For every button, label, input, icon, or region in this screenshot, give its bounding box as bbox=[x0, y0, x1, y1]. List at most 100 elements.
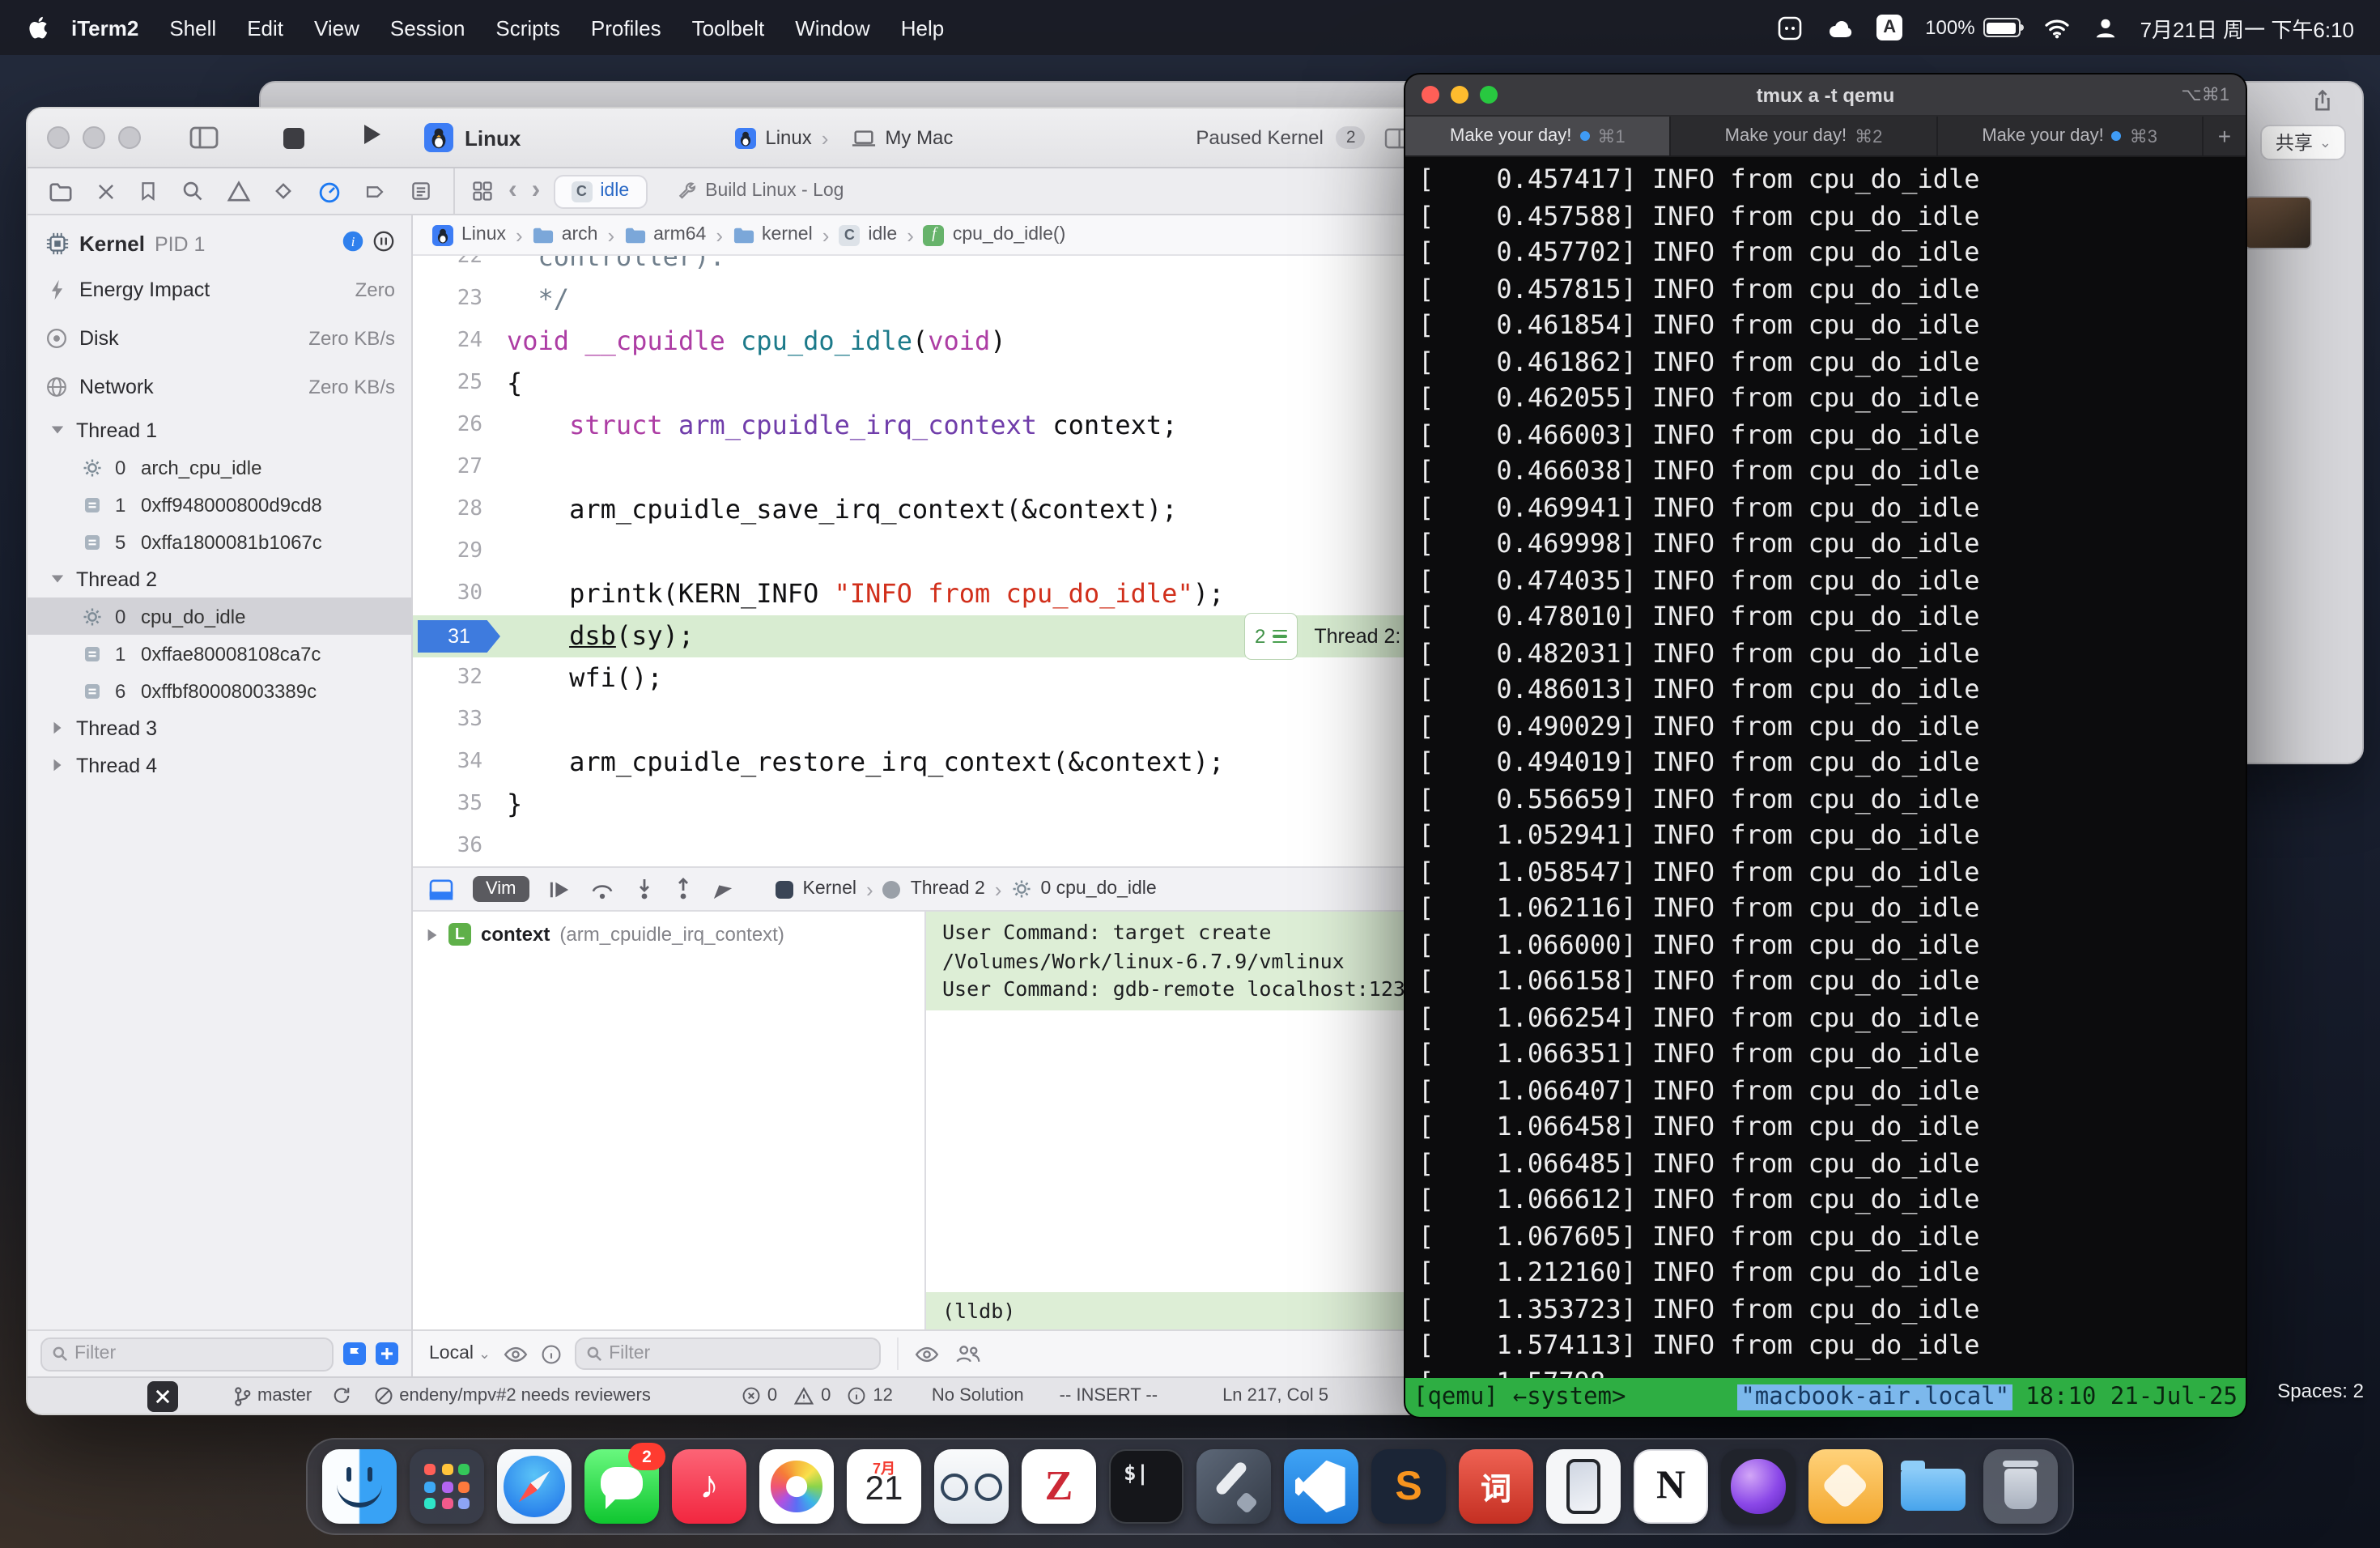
line-number[interactable]: 24 bbox=[413, 321, 507, 363]
thread-row-thread-2[interactable]: Thread 2 bbox=[28, 560, 411, 598]
dock-icon-launchpad[interactable] bbox=[410, 1449, 484, 1524]
menu-item-toolbelt[interactable]: Toolbelt bbox=[692, 15, 765, 40]
minimize-button[interactable] bbox=[83, 126, 105, 149]
breakpoints-icon[interactable] bbox=[363, 181, 388, 202]
dock-icon-amber[interactable] bbox=[1808, 1449, 1883, 1524]
dock-icon-calendar[interactable]: 7月21 bbox=[847, 1449, 921, 1524]
people-icon[interactable] bbox=[955, 1344, 981, 1363]
user-switch-icon[interactable] bbox=[2093, 15, 2118, 40]
cloud-icon[interactable] bbox=[1825, 17, 1854, 38]
current-line-badge[interactable]: 31 bbox=[418, 620, 500, 653]
eye-icon[interactable] bbox=[915, 1345, 939, 1363]
menu-item-iterm2[interactable]: iTerm2 bbox=[71, 15, 138, 40]
project-navigator-icon[interactable] bbox=[49, 179, 73, 203]
disclosure-icon[interactable] bbox=[50, 721, 66, 735]
menu-item-scripts[interactable]: Scripts bbox=[495, 15, 559, 40]
dock-icon-messages[interactable]: 2 bbox=[584, 1449, 659, 1524]
continue-button[interactable] bbox=[549, 878, 570, 899]
zoom-button[interactable] bbox=[1480, 86, 1498, 104]
sync-button[interactable] bbox=[331, 1386, 351, 1406]
battery-indicator[interactable]: 100% bbox=[1925, 16, 2020, 39]
source-control-icon[interactable] bbox=[95, 181, 116, 202]
dock-icon-safari[interactable] bbox=[497, 1449, 572, 1524]
dock-icon-trash[interactable] bbox=[1983, 1449, 2058, 1524]
terminal-tab-2[interactable]: Make your day! ⌘2 bbox=[1672, 117, 1938, 155]
menu-item-edit[interactable]: Edit bbox=[247, 15, 283, 40]
close-button[interactable] bbox=[1422, 86, 1439, 104]
tab-idle[interactable]: C idle bbox=[555, 176, 645, 206]
stack-frame[interactable]: 0arch_cpu_idle bbox=[28, 449, 411, 486]
search-icon[interactable] bbox=[181, 180, 204, 202]
line-number[interactable]: 25 bbox=[413, 363, 507, 405]
variable-row[interactable]: L context (arm_cpuidle_irq_context) bbox=[426, 923, 912, 946]
dock-icon-terminal-app[interactable]: $| bbox=[1109, 1449, 1184, 1524]
dock-icon-preview[interactable] bbox=[934, 1449, 1009, 1524]
menu-item-shell[interactable]: Shell bbox=[169, 15, 216, 40]
simulate-location-button[interactable] bbox=[712, 878, 733, 899]
process-row[interactable]: Kernel PID 1 i bbox=[28, 222, 411, 266]
disclosure-icon[interactable] bbox=[50, 758, 66, 772]
line-number[interactable]: 35 bbox=[413, 784, 507, 826]
vim-mode-badge[interactable]: Vim bbox=[473, 876, 529, 902]
stack-frame[interactable]: 50xffa1800081b1067c bbox=[28, 523, 411, 560]
line-number[interactable]: 26 bbox=[413, 405, 507, 447]
debug-area-toggle-icon[interactable] bbox=[429, 878, 453, 899]
line-number[interactable]: 34 bbox=[413, 742, 507, 784]
dock-icon-vscode[interactable] bbox=[1284, 1449, 1358, 1524]
tab-build-log[interactable]: Build Linux - Log bbox=[660, 176, 860, 206]
stop-button[interactable] bbox=[283, 127, 304, 148]
close-button[interactable] bbox=[47, 126, 70, 149]
breadcrumb-folder[interactable]: arch bbox=[533, 225, 598, 245]
debug-navigator-icon[interactable] bbox=[317, 179, 342, 203]
forward-icon[interactable]: › bbox=[532, 178, 541, 204]
solution-indicator[interactable]: No Solution bbox=[932, 1386, 1024, 1406]
dock-icon-sublime[interactable]: S bbox=[1371, 1449, 1446, 1524]
stack-frame[interactable]: 60xffbf80008003389c bbox=[28, 672, 411, 709]
step-out-button[interactable] bbox=[674, 878, 693, 900]
pause-icon[interactable] bbox=[372, 230, 395, 257]
tests-icon[interactable] bbox=[272, 180, 295, 202]
debug-crumb-process[interactable]: Kernel bbox=[803, 879, 857, 899]
breakpoint-count-pill[interactable]: 2 bbox=[1245, 614, 1296, 659]
dock-icon-zotero[interactable]: Z bbox=[1022, 1449, 1096, 1524]
thread-row-thread-1[interactable]: Thread 1 bbox=[28, 411, 411, 449]
line-number[interactable]: 27 bbox=[413, 447, 507, 489]
line-number[interactable]: 23 bbox=[413, 279, 507, 321]
debug-crumb-thread[interactable]: Thread 2 bbox=[911, 879, 985, 899]
terminal-output[interactable]: [ 0.457417] INFO from cpu_do_idle[ 0.457… bbox=[1405, 157, 2246, 1378]
breadcrumb-project[interactable]: Linux bbox=[432, 224, 506, 245]
bookmarks-icon[interactable] bbox=[138, 180, 159, 202]
disclosure-icon[interactable] bbox=[426, 927, 439, 942]
dock-icon-brush[interactable] bbox=[1196, 1449, 1271, 1524]
sidebar-toggle-icon[interactable] bbox=[189, 126, 219, 149]
flag-filter-button[interactable] bbox=[343, 1342, 366, 1365]
scope-selector[interactable]: Local⌄ bbox=[429, 1344, 491, 1363]
tmux-window-name[interactable]: ←system> bbox=[1513, 1384, 1626, 1410]
breadcrumb-folder[interactable]: kernel bbox=[733, 225, 813, 245]
breadcrumb-folder[interactable]: arm64 bbox=[624, 225, 706, 245]
dock-icon-orb[interactable] bbox=[1721, 1449, 1796, 1524]
breadcrumb-function[interactable]: f cpu_do_idle() bbox=[924, 224, 1065, 245]
menubar-clock[interactable]: 7月21日 周一 下午6:10 bbox=[2140, 12, 2354, 43]
terminal-tab-1[interactable]: Make your day! ⌘1 bbox=[1405, 117, 1672, 155]
git-branch-indicator[interactable]: master bbox=[233, 1385, 312, 1406]
menu-item-help[interactable]: Help bbox=[901, 15, 945, 40]
dock-icon-dict[interactable]: 词 bbox=[1459, 1449, 1533, 1524]
share-button[interactable]: 共享⌄ bbox=[2261, 125, 2346, 160]
line-number[interactable]: 28 bbox=[413, 489, 507, 531]
info-icon[interactable]: i bbox=[342, 230, 364, 257]
apple-menu-icon[interactable] bbox=[26, 15, 49, 40]
disclosure-icon[interactable] bbox=[50, 572, 66, 586]
minimize-button[interactable] bbox=[1451, 86, 1468, 104]
line-number[interactable]: 29 bbox=[413, 531, 507, 573]
dock-icon-iphone[interactable] bbox=[1546, 1449, 1621, 1524]
destination-selector[interactable]: My Mac bbox=[851, 126, 953, 149]
line-number[interactable]: 22 bbox=[413, 256, 507, 279]
run-button[interactable] bbox=[363, 122, 382, 153]
share-icon[interactable] bbox=[2312, 89, 2333, 120]
scheme-selector[interactable]: Linux› bbox=[734, 125, 828, 150]
issues-icon[interactable] bbox=[226, 180, 250, 202]
gauge-disk[interactable]: Disk Zero KB/s bbox=[28, 314, 411, 363]
info-icon[interactable] bbox=[541, 1343, 562, 1364]
issue-count-badge[interactable]: 2 bbox=[1337, 126, 1366, 149]
